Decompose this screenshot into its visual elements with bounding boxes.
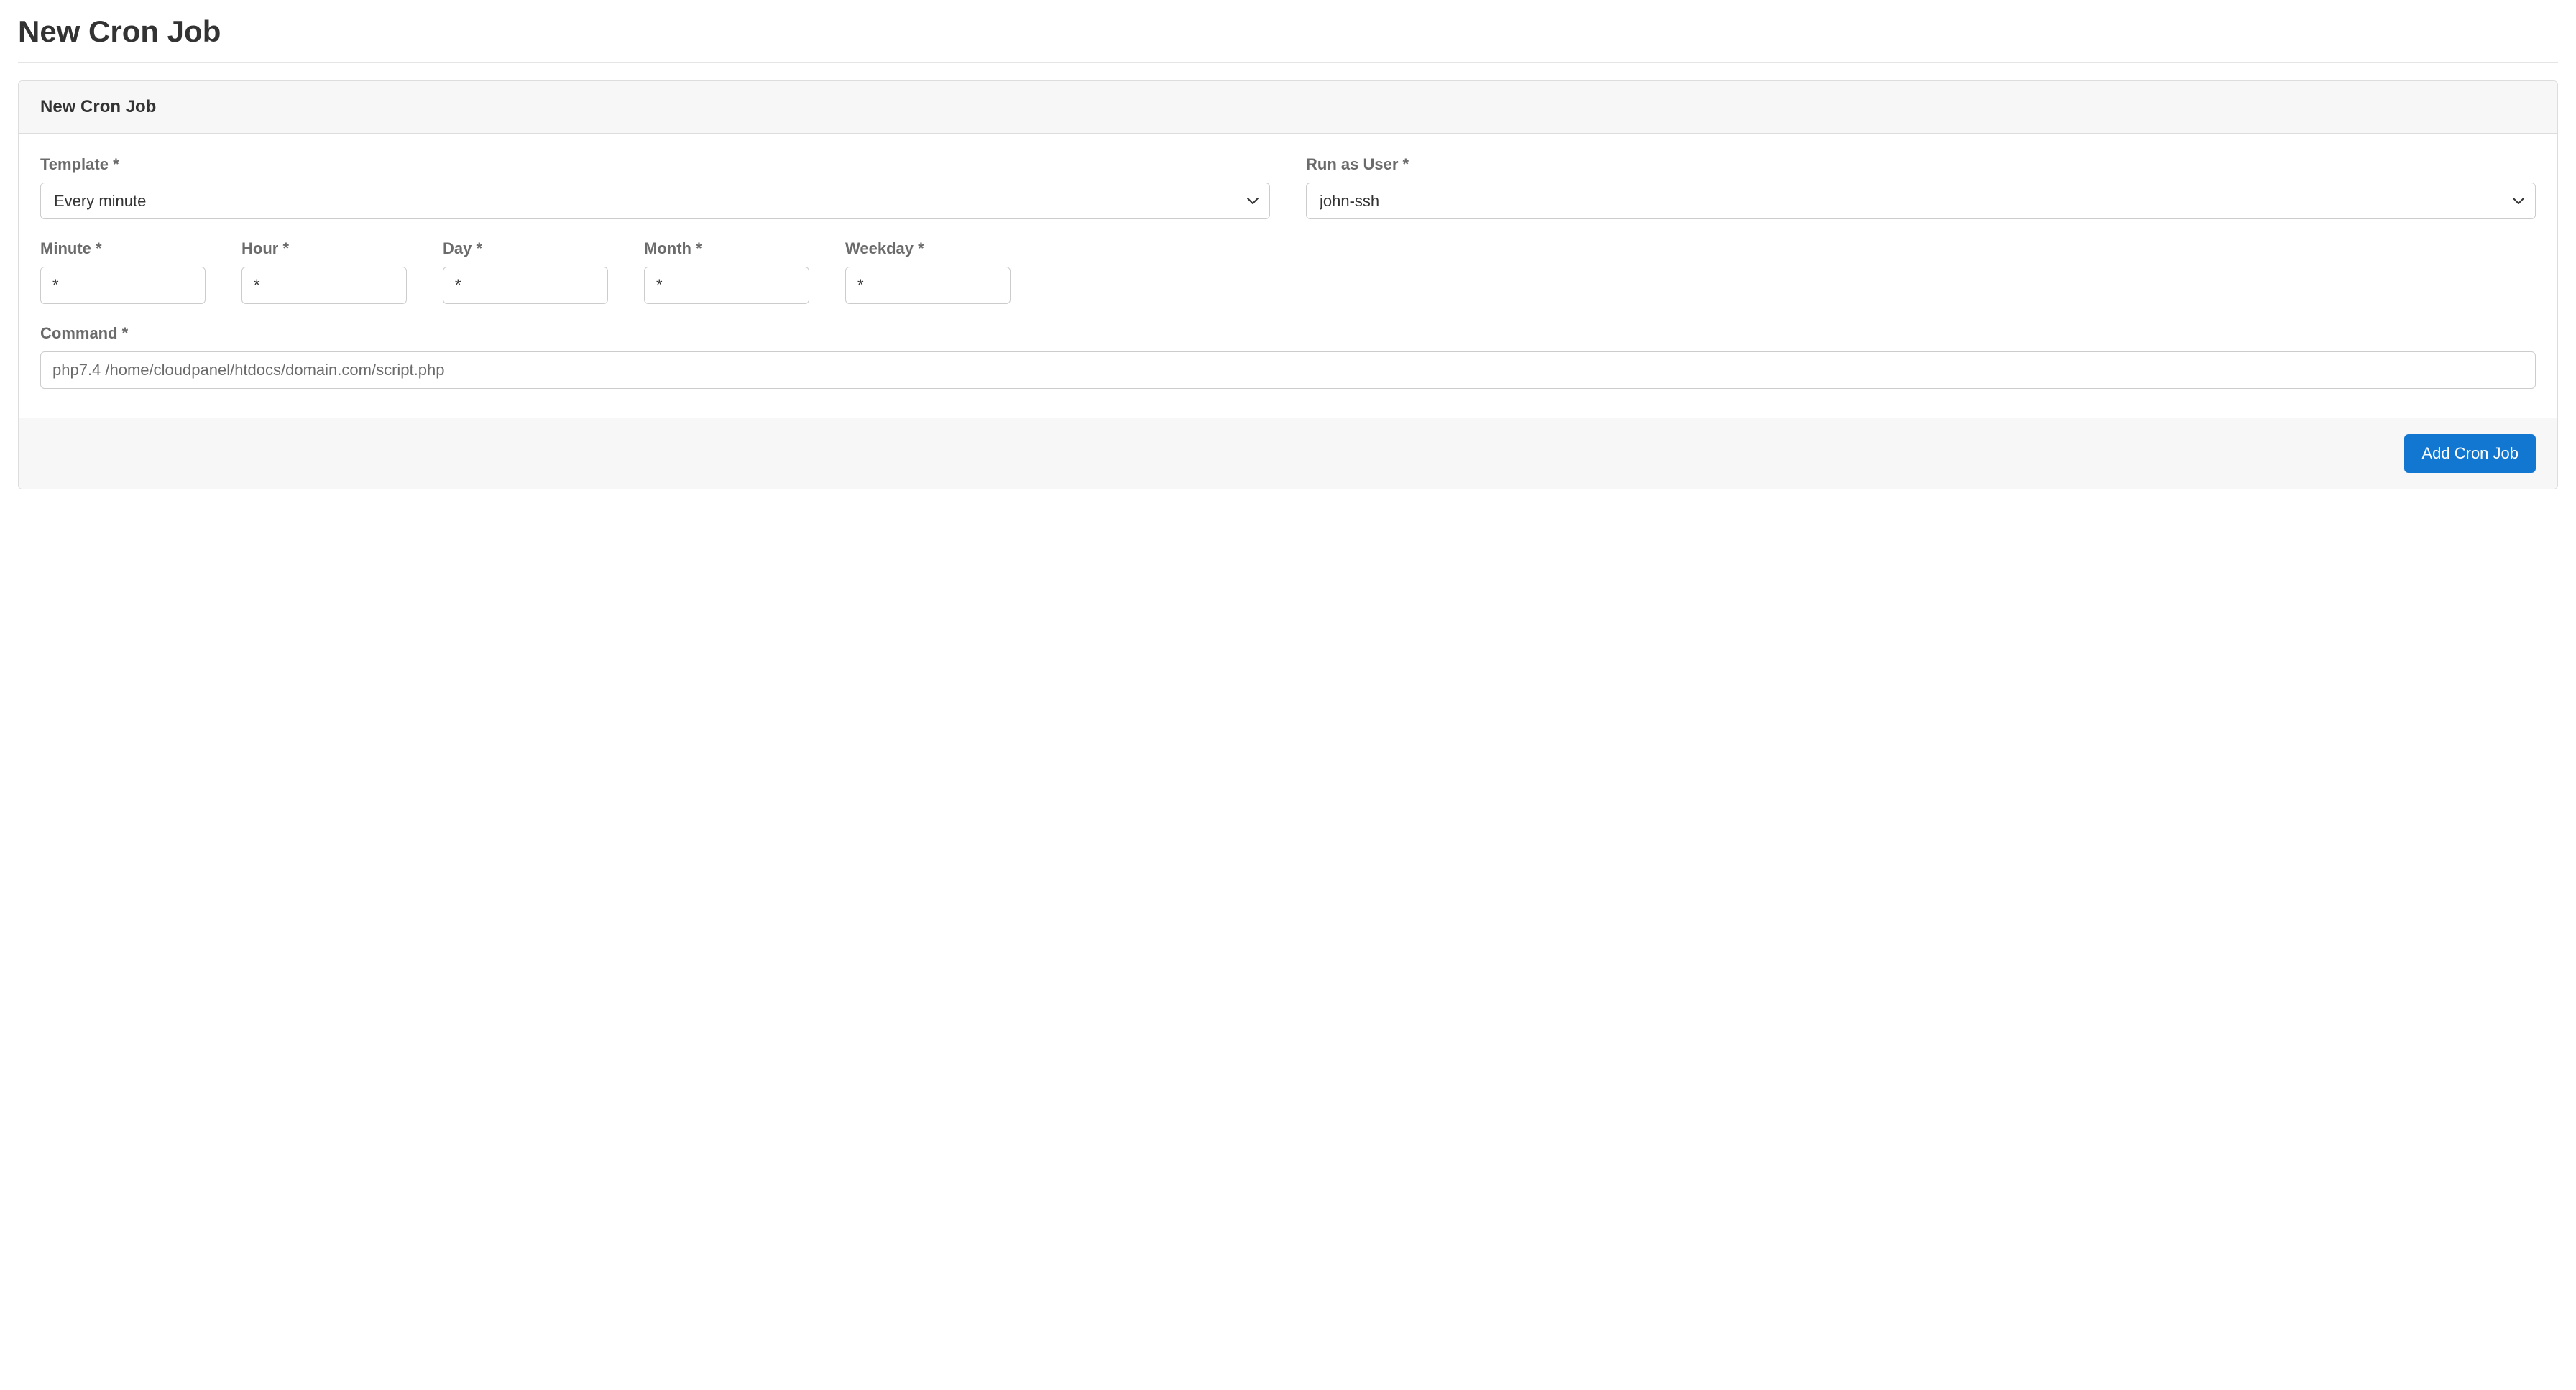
card-footer: Add Cron Job <box>19 418 2557 489</box>
command-label: Command * <box>40 324 2536 343</box>
hour-label: Hour * <box>242 239 407 258</box>
template-select[interactable]: Every minute <box>40 183 1270 219</box>
month-input[interactable] <box>644 267 809 304</box>
run-as-user-label: Run as User * <box>1306 155 2536 174</box>
minute-input[interactable] <box>40 267 206 304</box>
weekday-label: Weekday * <box>845 239 1011 258</box>
hour-input[interactable] <box>242 267 407 304</box>
template-select-wrapper: Every minute <box>40 183 1270 219</box>
page-title: New Cron Job <box>18 14 2558 49</box>
add-cron-job-button[interactable]: Add Cron Job <box>2404 434 2536 473</box>
month-group: Month * <box>644 239 809 304</box>
weekday-input[interactable] <box>845 267 1011 304</box>
day-label: Day * <box>443 239 608 258</box>
command-input[interactable] <box>40 351 2536 389</box>
run-as-user-group: Run as User * john-ssh <box>1306 155 2536 219</box>
minute-label: Minute * <box>40 239 206 258</box>
month-label: Month * <box>644 239 809 258</box>
day-input[interactable] <box>443 267 608 304</box>
day-group: Day * <box>443 239 608 304</box>
weekday-group: Weekday * <box>845 239 1011 304</box>
template-group: Template * Every minute <box>40 155 1270 219</box>
form-row-top: Template * Every minute Run as User * jo… <box>40 155 2536 219</box>
hour-group: Hour * <box>242 239 407 304</box>
command-group: Command * <box>40 324 2536 389</box>
cron-job-card: New Cron Job Template * Every minute Run… <box>18 80 2558 489</box>
run-as-user-select[interactable]: john-ssh <box>1306 183 2536 219</box>
form-row-timing: Minute * Hour * Day * Month * Weekday * <box>40 239 2536 304</box>
run-as-user-select-wrapper: john-ssh <box>1306 183 2536 219</box>
divider <box>18 62 2558 63</box>
minute-group: Minute * <box>40 239 206 304</box>
card-header: New Cron Job <box>19 81 2557 134</box>
template-label: Template * <box>40 155 1270 174</box>
card-body: Template * Every minute Run as User * jo… <box>19 134 2557 418</box>
